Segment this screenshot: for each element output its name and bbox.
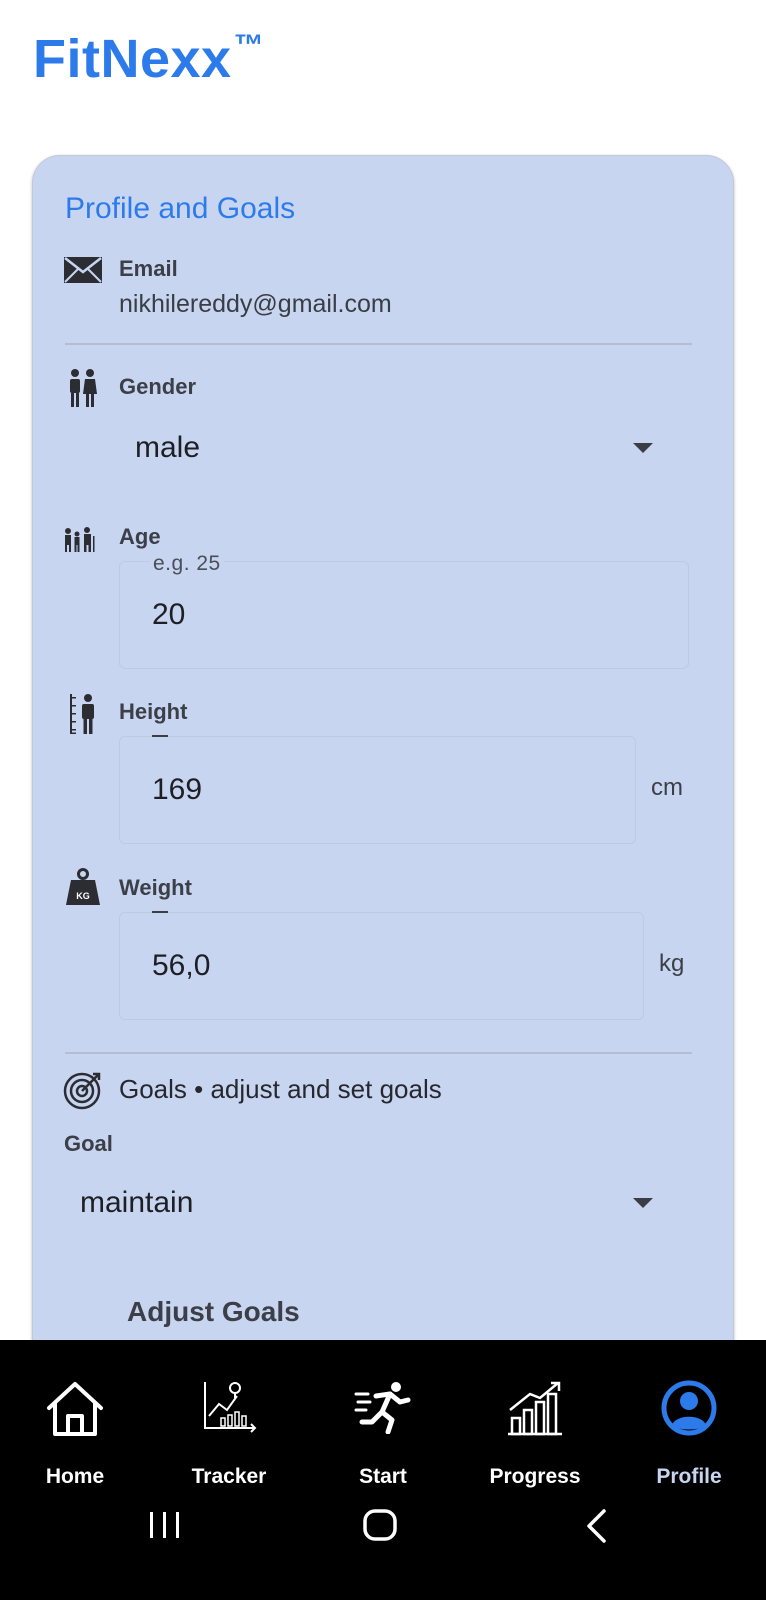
target-icon	[63, 1072, 101, 1110]
envelope-icon	[64, 257, 102, 283]
height-unit: cm	[651, 774, 683, 801]
running-icon	[354, 1382, 411, 1434]
weight-unit: kg	[659, 950, 685, 977]
goals-header: Goals • adjust and set goals	[119, 1074, 442, 1104]
nav-item-progress[interactable]: Progress	[465, 1340, 605, 1488]
system-navigation-bar	[0, 1490, 766, 1600]
nav-label: Profile	[656, 1465, 722, 1488]
home-icon	[47, 1382, 103, 1436]
profile-icon	[661, 1380, 717, 1436]
goal-selected-value: maintain	[80, 1186, 194, 1219]
nav-item-start[interactable]: Start	[313, 1340, 453, 1488]
age-hint: e.g. 25	[150, 552, 224, 576]
nav-label: Home	[45, 1465, 105, 1488]
adjust-goals-heading: Adjust Goals	[127, 1296, 300, 1327]
age-input[interactable]: e.g. 25 20	[119, 552, 689, 669]
nav-item-profile[interactable]: Profile	[619, 1340, 759, 1488]
section-title: Profile and Goals	[65, 192, 296, 225]
svg-text:KG: KG	[76, 891, 90, 901]
age-value: 20	[152, 598, 186, 631]
nav-label: Start	[359, 1465, 407, 1488]
height-label: Height	[119, 699, 188, 724]
gender-dropdown[interactable]: male	[119, 413, 653, 485]
tracker-icon	[204, 1382, 257, 1433]
gender-label: Gender	[119, 374, 197, 399]
back-icon[interactable]	[584, 1508, 608, 1544]
email-label: Email	[119, 256, 178, 281]
progress-chart-icon	[508, 1381, 562, 1436]
divider	[65, 343, 692, 345]
goal-label: Goal	[64, 1131, 113, 1156]
height-value: 169	[152, 773, 203, 806]
chevron-down-icon	[633, 1198, 653, 1208]
gender-selected-value: male	[135, 431, 201, 464]
goal-dropdown[interactable]: maintain	[64, 1168, 653, 1240]
home-button-icon[interactable]	[362, 1508, 398, 1542]
weight-label: Weight	[119, 875, 192, 900]
email-value: nikhilereddy@gmail.com	[119, 290, 392, 318]
recent-apps-icon[interactable]	[148, 1510, 182, 1540]
field-dash	[152, 911, 168, 913]
nav-item-tracker[interactable]: Tracker	[159, 1340, 299, 1488]
chevron-down-icon	[633, 443, 653, 453]
nav-label: Tracker	[191, 1465, 267, 1488]
couple-icon	[70, 369, 97, 407]
weight-input[interactable]: 56,0	[119, 911, 644, 1020]
profile-card: Profile and Goals Email nikhilereddy@gma…	[32, 155, 734, 1405]
nav-item-home[interactable]: Home	[5, 1340, 145, 1488]
weight-value: 56,0	[152, 949, 211, 982]
family-icon	[65, 527, 95, 552]
height-input[interactable]: 169	[119, 735, 636, 844]
app-title: FitNexx™	[33, 29, 265, 89]
field-dash	[152, 735, 168, 737]
age-label: Age	[119, 524, 161, 549]
weight-kg-icon: KG	[66, 868, 100, 905]
divider	[65, 1052, 692, 1054]
height-measure-icon	[70, 694, 94, 734]
nav-label: Progress	[489, 1465, 581, 1488]
